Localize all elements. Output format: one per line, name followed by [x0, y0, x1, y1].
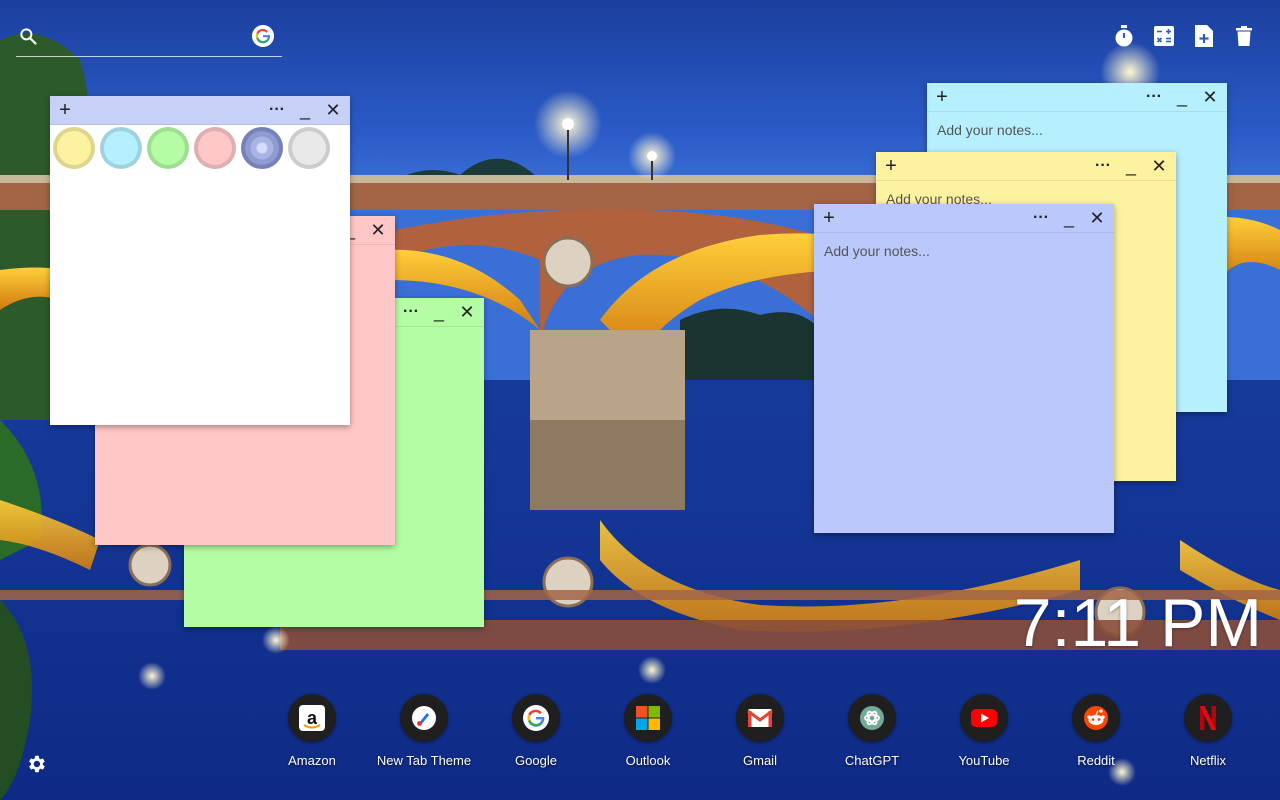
color-swatch-blue[interactable]	[241, 127, 283, 169]
youtube-icon	[960, 694, 1008, 742]
close-button[interactable]: ✕	[367, 216, 389, 244]
add-note-button[interactable]: +	[54, 96, 76, 124]
trash-icon	[1236, 26, 1252, 46]
shortcut-google[interactable]: Google	[480, 694, 592, 768]
new-tab-theme-icon	[400, 694, 448, 742]
google-icon[interactable]	[252, 25, 274, 47]
color-swatch-cyan[interactable]	[100, 127, 142, 169]
search-input[interactable]	[46, 24, 250, 52]
minimize-button[interactable]: _	[428, 298, 450, 326]
sticky-note-blue[interactable]: + ··· _ ✕	[814, 204, 1114, 533]
shortcut-youtube[interactable]: YouTube	[928, 694, 1040, 768]
close-button[interactable]: ✕	[456, 298, 478, 326]
more-options-button[interactable]: ···	[266, 96, 288, 124]
shortcut-label: ChatGPT	[844, 753, 900, 768]
calculator-button[interactable]	[1154, 24, 1174, 48]
shortcut-label: Reddit	[1077, 753, 1115, 768]
google-icon	[512, 694, 560, 742]
shortcut-chatgpt[interactable]: ChatGPT	[816, 694, 928, 768]
shortcut-label: Outlook	[625, 753, 671, 768]
outlook-icon	[624, 694, 672, 742]
shortcut-label: Gmail	[743, 753, 777, 768]
color-swatch-gray[interactable]	[288, 127, 330, 169]
sticky-note-white[interactable]: + ··· _ ✕	[50, 96, 350, 425]
shortcut-amazon[interactable]: a Amazon	[256, 694, 368, 768]
shortcut-label: Netflix	[1189, 753, 1227, 768]
color-swatch-yellow[interactable]	[53, 127, 95, 169]
timer-button[interactable]	[1114, 24, 1134, 48]
search-icon[interactable]	[18, 26, 38, 46]
shortcut-new-tab-theme[interactable]: New Tab Theme	[368, 694, 480, 768]
shortcut-netflix[interactable]: Netflix	[1152, 694, 1264, 768]
settings-button[interactable]	[25, 753, 47, 775]
note-titlebar[interactable]: + ··· _ ✕	[50, 96, 350, 125]
clock: 7:11 PM	[1013, 585, 1262, 661]
more-options-button[interactable]: ···	[400, 298, 422, 326]
close-button[interactable]: ✕	[322, 96, 344, 124]
note-titlebar[interactable]: + ··· _ ✕	[814, 204, 1114, 233]
more-options-button[interactable]: ···	[1143, 83, 1165, 111]
more-options-button[interactable]: ···	[1030, 204, 1052, 232]
shortcut-label: YouTube	[958, 753, 1010, 768]
color-swatch-green[interactable]	[147, 127, 189, 169]
shortcut-label: New Tab Theme	[376, 753, 472, 768]
timer-icon	[1115, 25, 1133, 47]
shortcut-gmail[interactable]: Gmail	[704, 694, 816, 768]
minimize-button[interactable]: _	[1058, 204, 1080, 232]
close-button[interactable]: ✕	[1148, 152, 1170, 180]
reddit-icon	[1072, 694, 1120, 742]
color-picker	[50, 125, 334, 175]
shortcut-label: Amazon	[288, 753, 336, 768]
trash-button[interactable]	[1234, 24, 1254, 48]
gmail-icon	[736, 694, 784, 742]
close-button[interactable]: ✕	[1086, 204, 1108, 232]
netflix-icon	[1184, 694, 1232, 742]
amazon-icon: a	[288, 694, 336, 742]
note-titlebar[interactable]: + ··· _ ✕	[876, 152, 1176, 181]
minimize-button[interactable]: _	[1120, 152, 1142, 180]
minimize-button[interactable]: _	[294, 96, 316, 124]
shortcut-reddit[interactable]: Reddit	[1040, 694, 1152, 768]
color-swatch-pink[interactable]	[194, 127, 236, 169]
chatgpt-icon	[848, 694, 896, 742]
note-textarea[interactable]	[814, 233, 1114, 533]
minimize-button[interactable]: _	[1171, 83, 1193, 111]
shortcut-label: Google	[515, 753, 557, 768]
close-button[interactable]: ✕	[1199, 83, 1221, 111]
add-note-button[interactable]: +	[931, 83, 953, 111]
add-note-button[interactable]: +	[880, 152, 902, 180]
gear-icon	[29, 755, 45, 773]
svg-text:a: a	[307, 708, 318, 728]
more-options-button[interactable]: ···	[1092, 152, 1114, 180]
new-note-icon	[1195, 25, 1213, 47]
shortcut-outlook[interactable]: Outlook	[592, 694, 704, 768]
top-toolbar	[1114, 24, 1254, 48]
calculator-icon	[1154, 26, 1174, 46]
shortcuts-dock: a Amazon New Tab Theme Google Outlook Gm…	[256, 694, 1264, 768]
search-bar	[16, 22, 282, 57]
note-titlebar[interactable]: + ··· _ ✕	[927, 83, 1227, 112]
new-note-button[interactable]	[1194, 24, 1214, 48]
add-note-button[interactable]: +	[818, 204, 840, 232]
